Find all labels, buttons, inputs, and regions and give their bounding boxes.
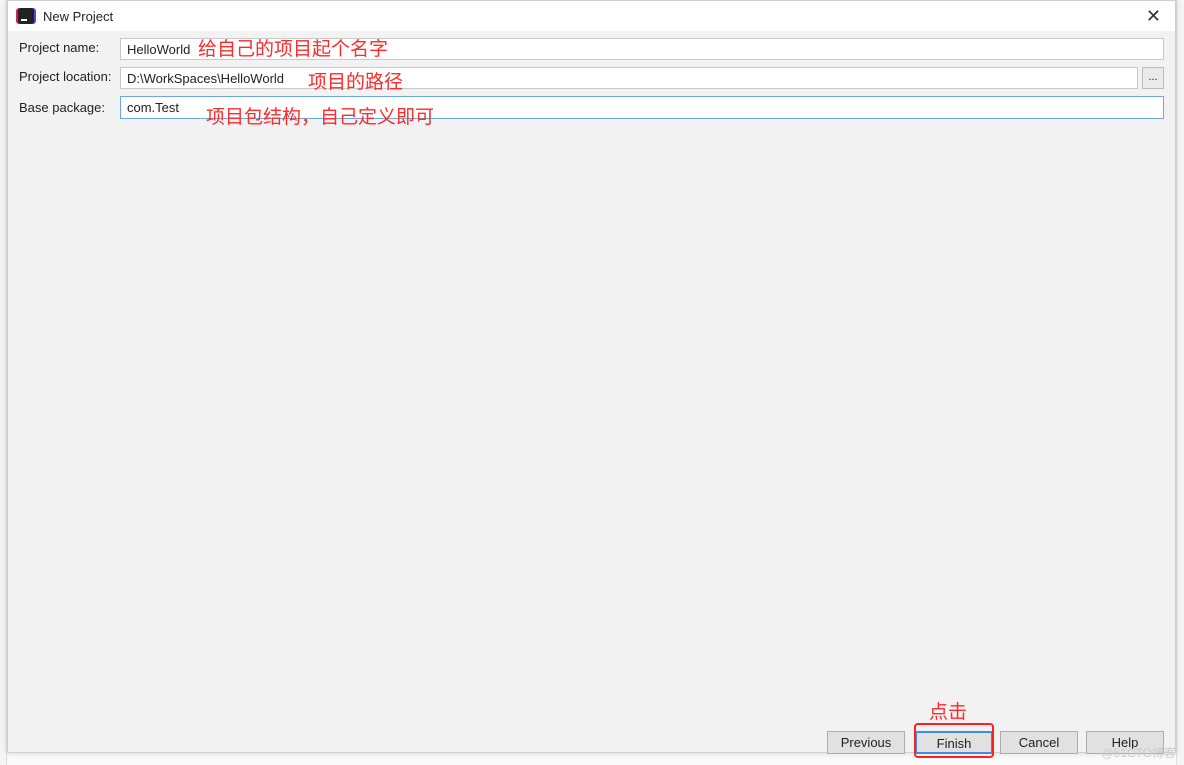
dialog-title: New Project — [43, 8, 114, 24]
new-project-dialog: New Project ✕ Project name: HelloWorld P… — [7, 0, 1176, 753]
watermark: @51CTO博客 — [1101, 746, 1176, 760]
cancel-button[interactable]: Cancel — [1000, 731, 1078, 754]
base-package-label: Base package: — [19, 100, 106, 115]
base-package-row: Base package: — [19, 100, 120, 115]
close-icon[interactable]: ✕ — [1146, 6, 1161, 27]
annotation-click: 点击 — [929, 701, 968, 723]
project-name-row: Project name: — [19, 40, 120, 55]
background-window-edge — [1176, 0, 1184, 765]
previous-button[interactable]: Previous — [827, 731, 905, 754]
project-location-row: Project location: — [19, 69, 120, 84]
annotation-package: 项目包结构，自己定义即可 — [206, 106, 435, 128]
title-bar: New Project ✕ — [8, 1, 1175, 31]
finish-highlight-box — [914, 723, 994, 758]
browse-button[interactable]: ... — [1142, 67, 1164, 89]
annotation-location: 项目的路径 — [308, 71, 404, 93]
background-window-edge — [0, 0, 7, 765]
annotation-name: 给自己的项目起个名字 — [198, 38, 389, 60]
project-location-label: Project location: — [19, 69, 112, 84]
project-location-input[interactable]: D:\WorkSpaces\HelloWorld — [120, 67, 1138, 89]
intellij-app-icon — [18, 8, 34, 24]
project-name-label: Project name: — [19, 40, 100, 55]
